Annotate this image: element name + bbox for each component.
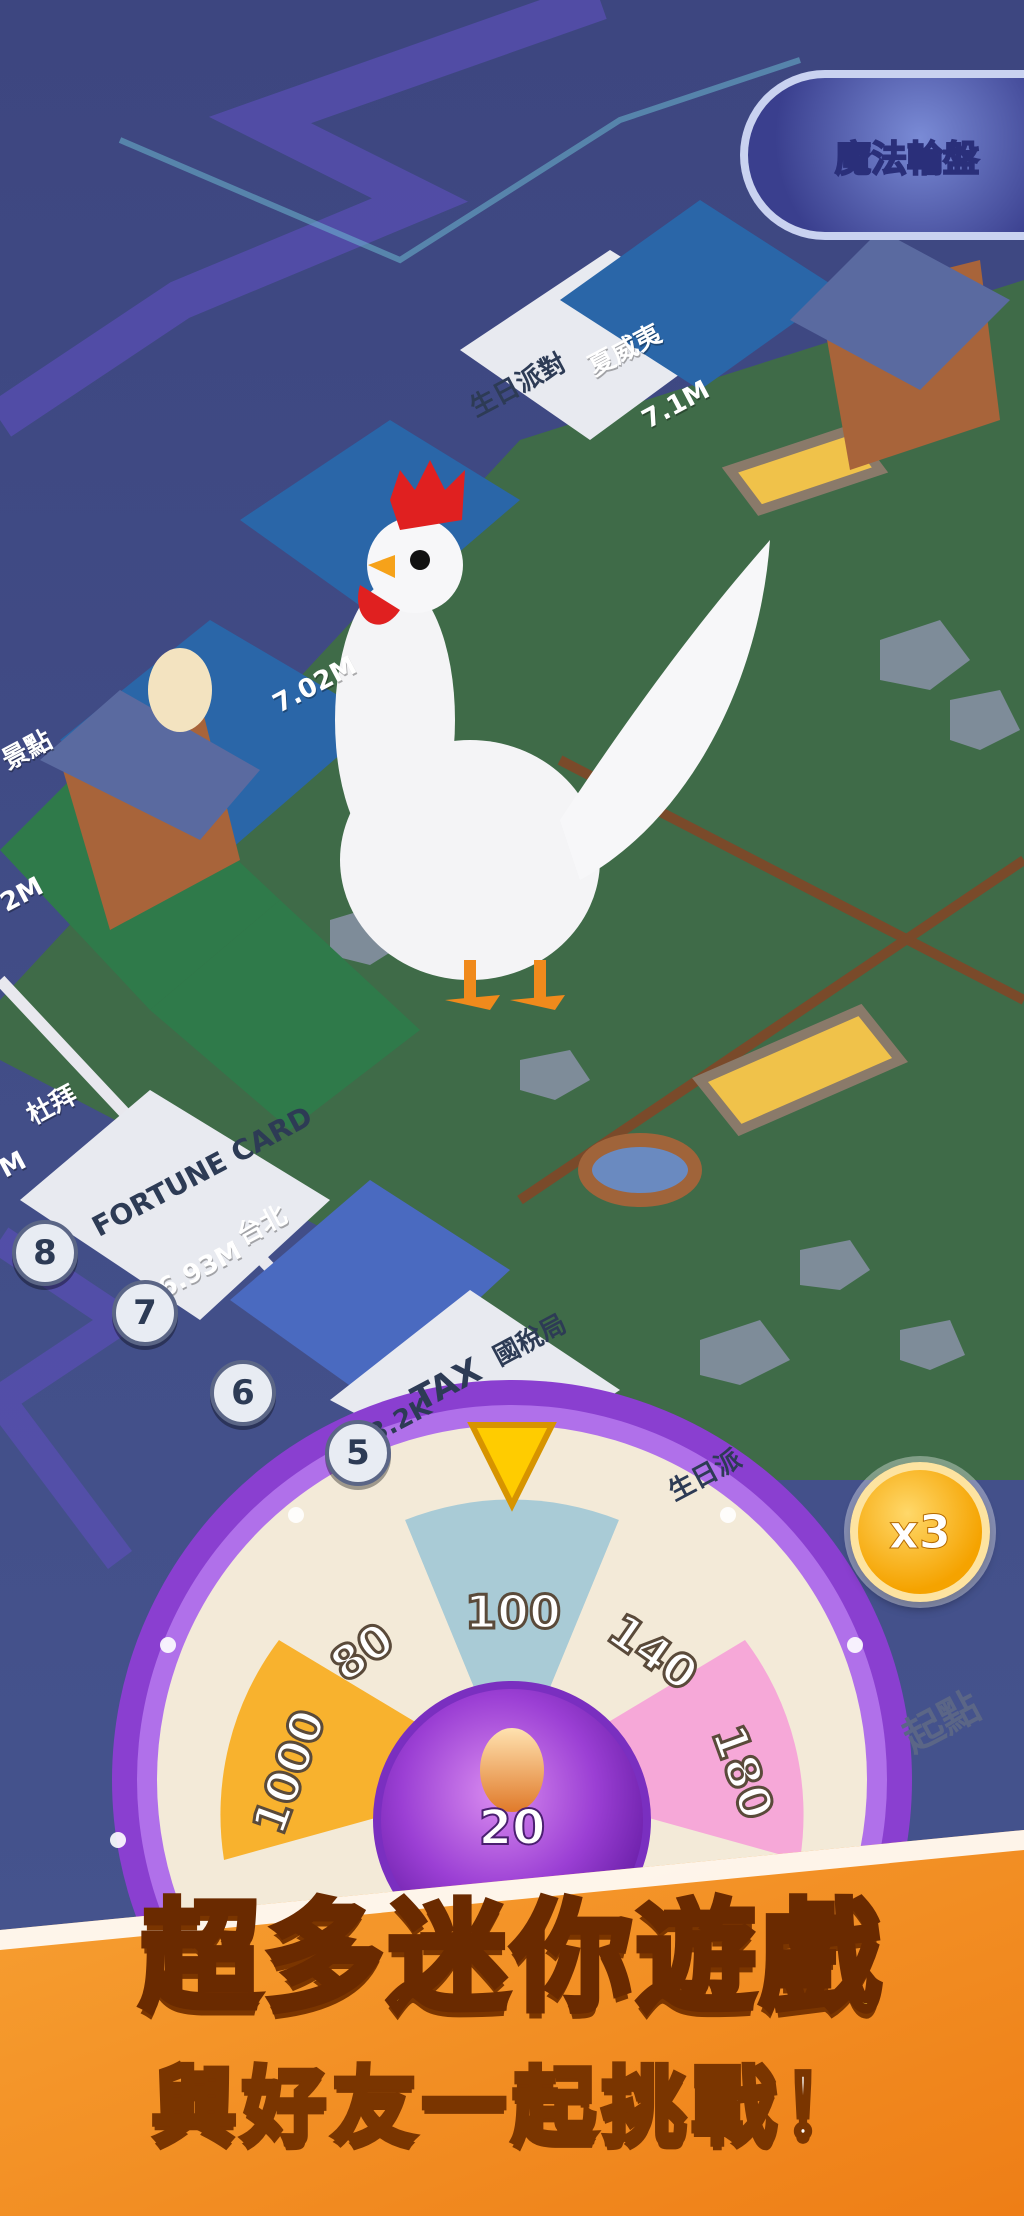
promo-headline: 超多迷你遊戲 (137, 1886, 884, 2031)
promo-subline: 與好友一起挑戰！ (149, 2056, 872, 2159)
egg (148, 648, 212, 732)
step-number: 7 (112, 1280, 178, 1346)
step-number: 6 (210, 1360, 276, 1426)
wheel-label-100: 100 (463, 1584, 562, 1641)
well (578, 1133, 702, 1207)
multiplier-button[interactable]: x3 (850, 1462, 990, 1602)
wheel-center-value: 20 (478, 1799, 547, 1857)
step-number: 5 (325, 1420, 391, 1486)
step-number: 8 (12, 1220, 78, 1286)
magic-wheel-title: 魔法輪盤 (834, 138, 980, 181)
